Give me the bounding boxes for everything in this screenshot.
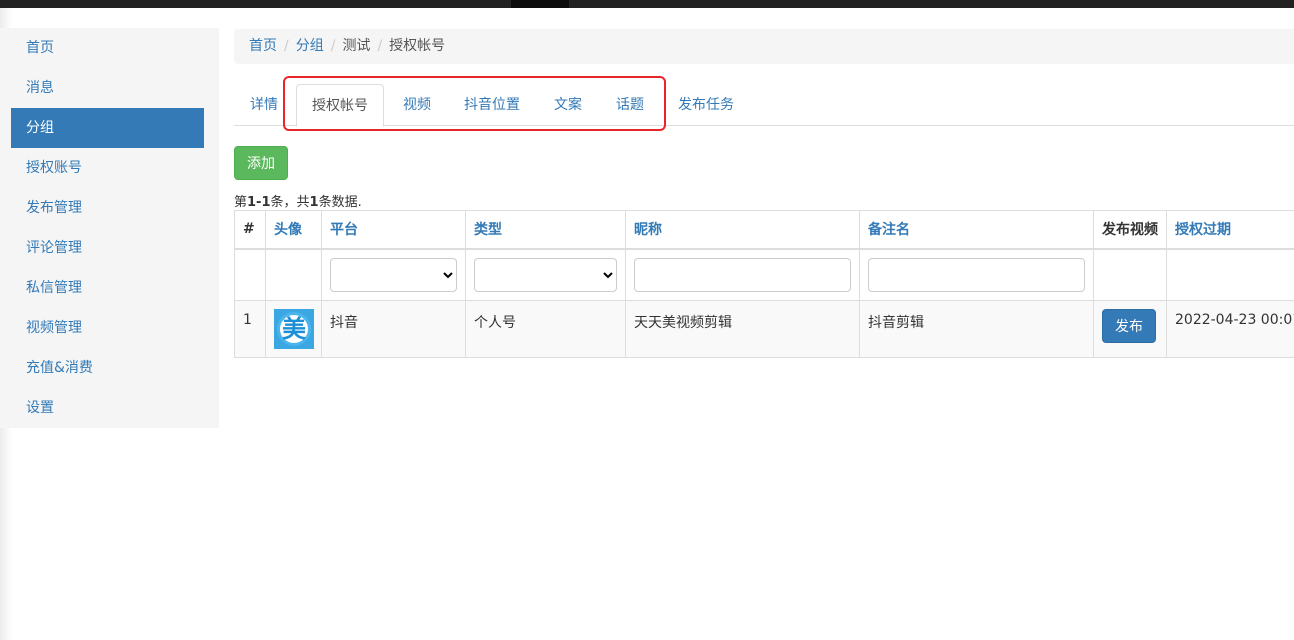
top-bar-notch <box>511 0 569 8</box>
top-bar <box>0 0 1294 8</box>
sidebar-item-groups[interactable]: 分组 <box>11 108 204 148</box>
breadcrumb: 首页 / 分组 / 测试 / 授权帐号 <box>234 29 1294 64</box>
table-header-row: # 头像 平台 类型 昵称 备注名 发布视频 授权过期 <box>234 210 1294 250</box>
tab-authorized-accounts[interactable]: 授权帐号 <box>296 84 384 127</box>
summary-mid: 条，共 <box>270 195 310 210</box>
summary-total: 1 <box>309 195 319 210</box>
row-remark: 抖音剪辑 <box>859 300 1094 358</box>
filter-cell-empty <box>1093 248 1167 301</box>
add-button[interactable]: 添加 <box>234 146 288 180</box>
sort-link-auth-expire[interactable]: 授权过期 <box>1175 222 1231 238</box>
row-nickname: 天天美视频剪辑 <box>625 300 860 358</box>
nickname-filter-input[interactable] <box>634 257 851 292</box>
sort-link-nickname[interactable]: 昵称 <box>634 222 662 238</box>
sort-link-remark[interactable]: 备注名 <box>868 222 910 238</box>
sort-link-avatar[interactable]: 头像 <box>274 222 302 238</box>
column-header-nickname[interactable]: 昵称 <box>625 210 860 250</box>
sidebar-item-recharge[interactable]: 充值&消费 <box>11 348 204 388</box>
breadcrumb-separator: / <box>284 38 289 54</box>
sidebar-item-video-management[interactable]: 视频管理 <box>11 308 204 348</box>
column-header-index: # <box>234 210 266 250</box>
remark-filter-input[interactable] <box>868 257 1085 292</box>
row-platform: 抖音 <box>321 300 466 358</box>
breadcrumb-separator: / <box>377 38 383 54</box>
sidebar-item-settings[interactable]: 设置 <box>11 388 204 428</box>
tab-copywriting[interactable]: 文案 <box>542 84 594 126</box>
column-header-auth-expire[interactable]: 授权过期 <box>1166 210 1294 250</box>
sidebar-item-messages[interactable]: 消息 <box>11 68 204 108</box>
avatar: 美 <box>274 309 314 349</box>
sidebar: 首页 消息 分组 授权账号 发布管理 评论管理 私信管理 视频管理 充值&消费 … <box>0 28 219 428</box>
row-publish-cell: 发布 <box>1093 300 1167 358</box>
publish-button[interactable]: 发布 <box>1102 309 1156 343</box>
column-header-type[interactable]: 类型 <box>465 210 626 250</box>
tab-details[interactable]: 详情 <box>239 84 289 126</box>
column-header-avatar[interactable]: 头像 <box>265 210 322 250</box>
type-filter-select[interactable] <box>474 257 617 292</box>
sidebar-item-publish-management[interactable]: 发布管理 <box>11 188 204 228</box>
tab-topics[interactable]: 话题 <box>605 84 655 126</box>
breadcrumb-current: 授权帐号 <box>389 38 446 54</box>
breadcrumb-group-test[interactable]: 测试 <box>342 38 370 54</box>
breadcrumb-groups[interactable]: 分组 <box>296 38 324 54</box>
sidebar-item-authorized-accounts[interactable]: 授权账号 <box>11 148 204 188</box>
filter-cell-empty <box>265 248 322 301</box>
filter-cell-remark <box>859 248 1094 301</box>
table-row: 1 美 抖音 个人号 天天美视频剪辑 抖音剪辑 发布 2022-04-23 00… <box>234 300 1294 358</box>
sidebar-item-home[interactable]: 首页 <box>11 28 204 68</box>
summary-suffix: 条数据. <box>318 195 362 210</box>
filter-cell-nickname <box>625 248 860 301</box>
filter-cell-empty <box>1166 248 1294 301</box>
table-filter-row <box>234 248 1294 301</box>
row-type: 个人号 <box>465 300 626 358</box>
avatar-glyph: 美 <box>282 315 306 343</box>
column-header-publish-video: 发布视频 <box>1093 210 1167 250</box>
tab-bar: 详情 授权帐号 视频 抖音位置 文案 话题 发布任务 <box>234 84 1294 127</box>
sidebar-item-comment-management[interactable]: 评论管理 <box>11 228 204 268</box>
summary-range: 1-1 <box>247 195 271 210</box>
platform-filter-select[interactable] <box>330 257 457 292</box>
result-summary: 第1-1条，共1条数据. <box>234 191 362 210</box>
tab-publish-tasks[interactable]: 发布任务 <box>671 84 741 126</box>
column-header-platform[interactable]: 平台 <box>321 210 466 250</box>
accounts-table: # 头像 平台 类型 昵称 备注名 发布视频 授权过期 1 美 抖音 个人号 天… <box>234 210 1294 358</box>
sort-link-type[interactable]: 类型 <box>474 222 502 238</box>
sidebar-item-dm-management[interactable]: 私信管理 <box>11 268 204 308</box>
filter-cell-platform <box>321 248 466 301</box>
tab-videos[interactable]: 视频 <box>392 84 442 126</box>
filter-cell-type <box>465 248 626 301</box>
row-auth-expire: 2022-04-23 00:01:00 <box>1166 300 1294 358</box>
summary-prefix: 第 <box>234 195 248 210</box>
filter-cell-empty <box>234 248 266 301</box>
tab-douyin-location[interactable]: 抖音位置 <box>455 84 529 126</box>
row-index: 1 <box>234 300 266 358</box>
row-avatar-cell: 美 <box>265 300 322 358</box>
breadcrumb-separator: / <box>330 38 336 54</box>
breadcrumb-home[interactable]: 首页 <box>249 38 277 54</box>
column-header-remark[interactable]: 备注名 <box>859 210 1094 250</box>
sort-link-platform[interactable]: 平台 <box>330 222 358 238</box>
